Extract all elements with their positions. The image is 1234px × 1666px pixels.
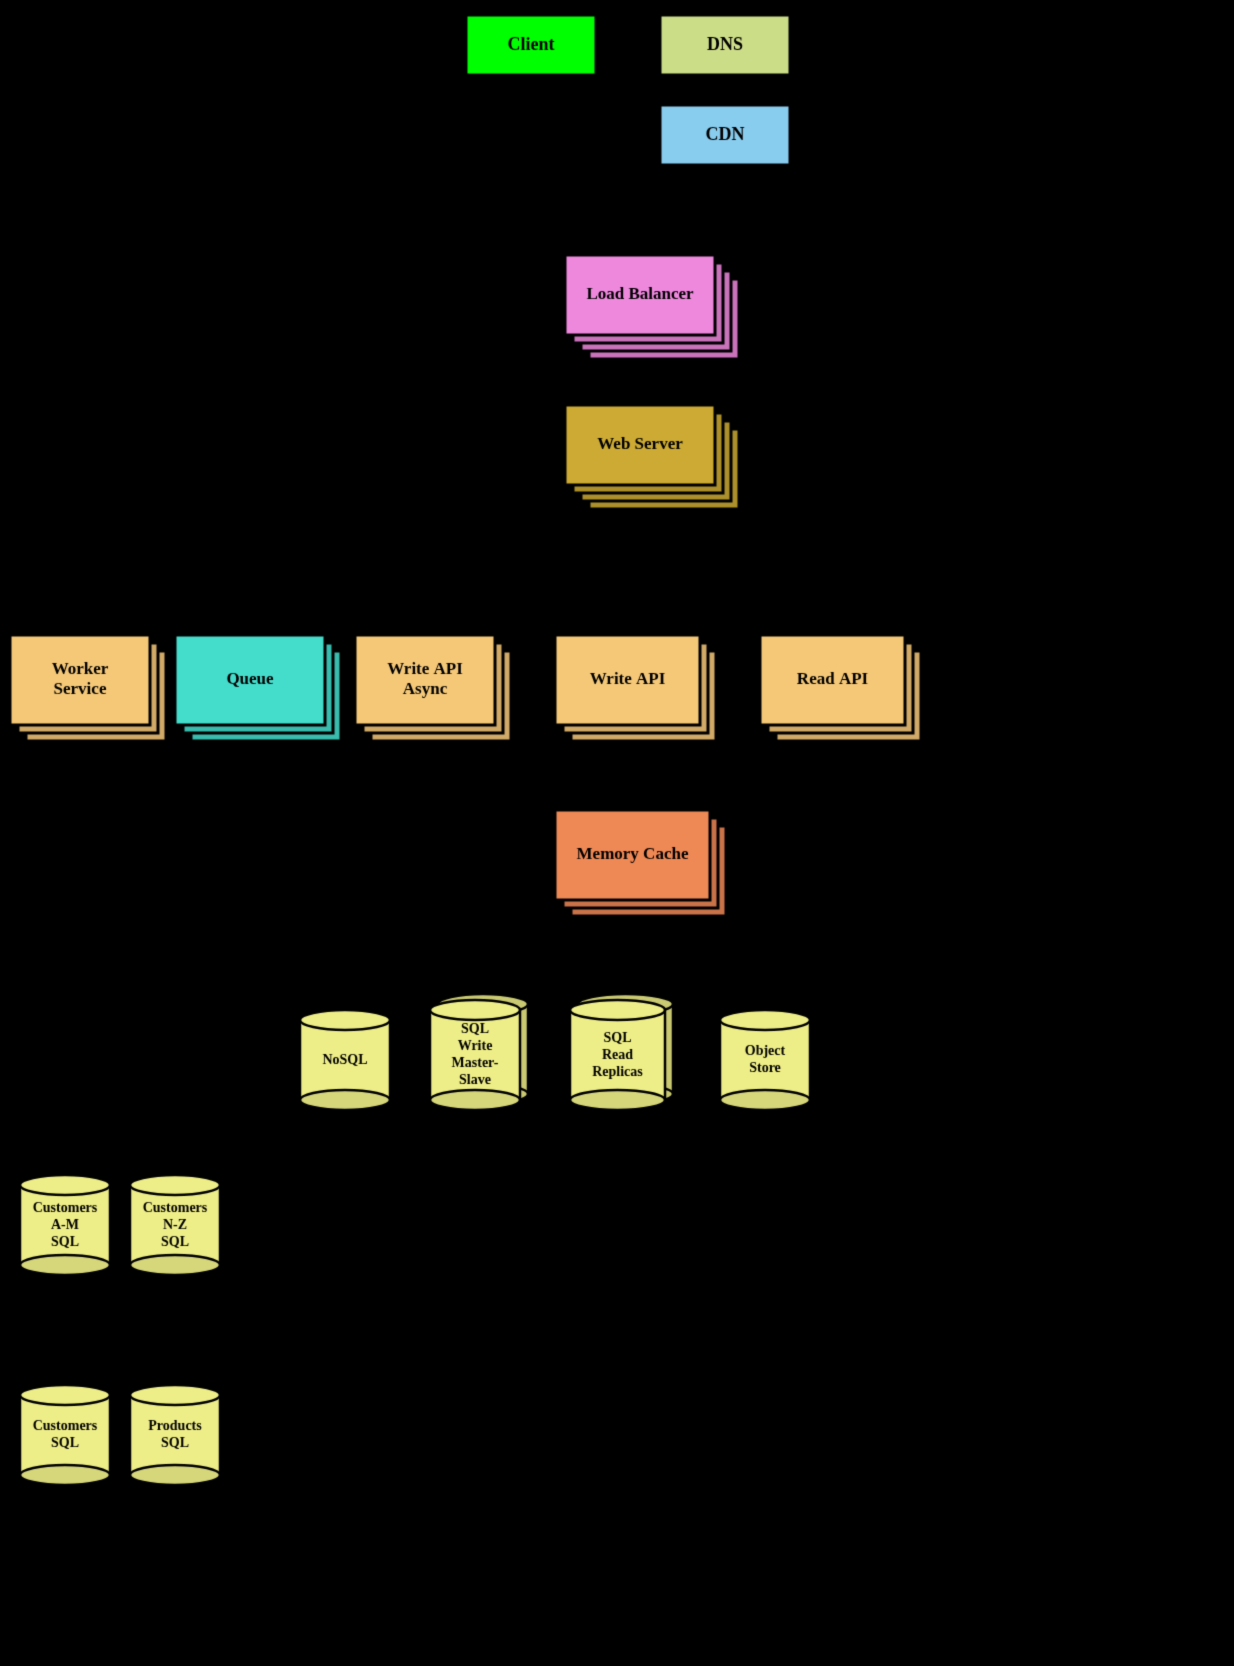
read-api-node: [760, 635, 905, 725]
products-sql-node: [130, 1385, 220, 1485]
customers-sql-node: [20, 1385, 110, 1485]
client-node: [466, 15, 596, 75]
web-server-node: [565, 405, 715, 485]
customers-am-node: [20, 1175, 110, 1275]
cdn-node: [660, 105, 790, 165]
nosql-node: [300, 1010, 390, 1110]
customers-nz-node: [130, 1175, 220, 1275]
sql-write-master-node: [430, 1000, 520, 1110]
memory-cache-node: [555, 810, 710, 900]
dns-node: [660, 15, 790, 75]
sql-read-replicas-node: [570, 1000, 665, 1110]
load-balancer-node: [565, 255, 715, 335]
object-store-node: [720, 1010, 810, 1110]
queue-node: [175, 635, 325, 725]
worker-service-node: [10, 635, 150, 725]
write-api-node: [555, 635, 700, 725]
write-api-async-node: [355, 635, 495, 725]
